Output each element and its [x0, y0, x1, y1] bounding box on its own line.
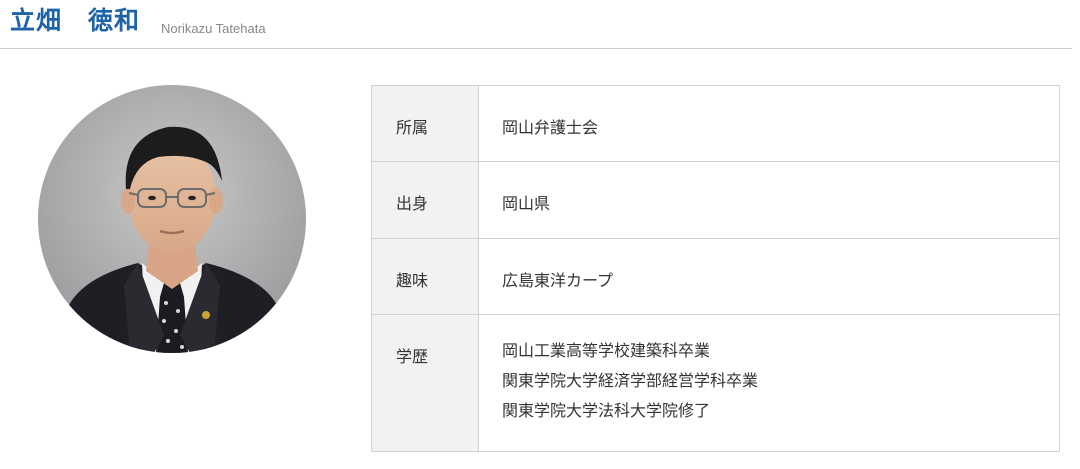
value-affiliation: 岡山弁護士会	[478, 85, 1060, 162]
education-item: 関東学院大学法科大学院修了	[502, 401, 711, 420]
name-japanese: 立畑 徳和	[10, 6, 141, 35]
table-row-affiliation: 所属 岡山弁護士会	[371, 85, 1060, 162]
label-hobby: 趣味	[371, 238, 479, 315]
name-romanized: Norikazu Tatehata	[161, 21, 266, 36]
education-item: 関東学院大学経済学部経営学科卒業	[502, 371, 759, 390]
value-hobby: 広島東洋カープ	[478, 238, 1060, 315]
portrait-illustration	[58, 126, 288, 353]
education-item: 岡山工業高等学校建築科卒業	[502, 341, 711, 360]
profile-header: 立畑 徳和 Norikazu Tatehata	[0, 0, 1072, 49]
label-affiliation: 所属	[371, 85, 479, 162]
table-row-hobby: 趣味 広島東洋カープ	[371, 238, 1060, 315]
value-hometown: 岡山県	[478, 161, 1060, 239]
label-hometown: 出身	[371, 161, 479, 239]
label-education: 学歴	[371, 314, 479, 452]
table-row-education: 学歴 岡山工業高等学校建築科卒業 関東学院大学経済学部経営学科卒業 関東学院大学…	[371, 314, 1060, 452]
profile-table: 所属 岡山弁護士会 出身 岡山県 趣味 広島東洋カープ 学歴 岡山工業高等学校建…	[371, 85, 1060, 452]
table-row-hometown: 出身 岡山県	[371, 161, 1060, 239]
profile-photo	[38, 85, 306, 353]
value-education: 岡山工業高等学校建築科卒業 関東学院大学経済学部経営学科卒業 関東学院大学法科大…	[478, 314, 1060, 452]
